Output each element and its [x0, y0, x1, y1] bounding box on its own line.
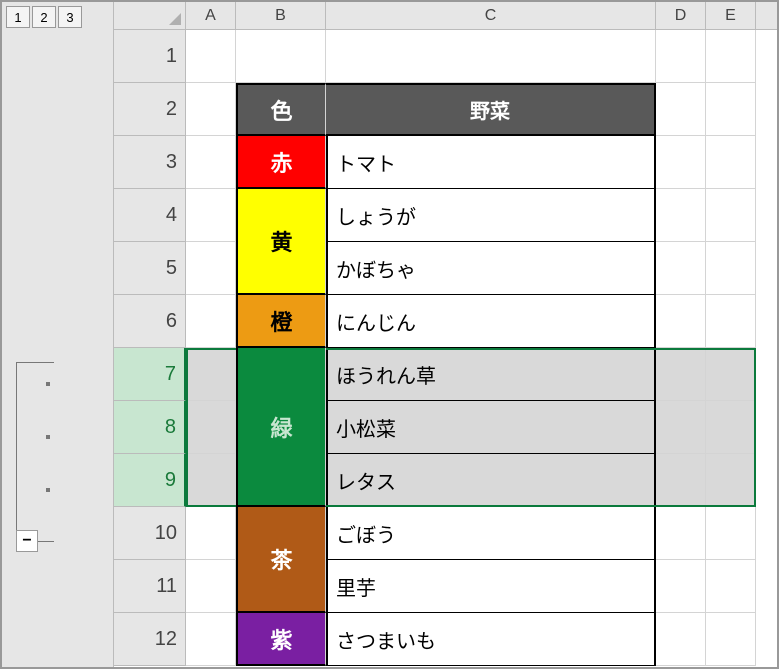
- outline-collapse-button[interactable]: −: [16, 530, 38, 552]
- cell[interactable]: [656, 242, 706, 295]
- cell[interactable]: [656, 30, 706, 83]
- cell[interactable]: レタス: [326, 454, 656, 507]
- row: 9 レタス: [114, 454, 777, 507]
- cell[interactable]: [186, 507, 236, 560]
- cell[interactable]: [706, 242, 756, 295]
- column-header-D[interactable]: D: [656, 2, 706, 29]
- cell[interactable]: [656, 507, 706, 560]
- outline-level-1[interactable]: 1: [6, 6, 30, 28]
- outline-dot-icon: [46, 488, 50, 492]
- cell[interactable]: [186, 83, 236, 136]
- cell[interactable]: トマト: [326, 136, 656, 189]
- cell[interactable]: [656, 560, 706, 613]
- cell[interactable]: [706, 454, 756, 507]
- cell[interactable]: かぼちゃ: [326, 242, 656, 295]
- row: 4黄しょうが: [114, 189, 777, 242]
- cell[interactable]: 黄: [236, 189, 326, 295]
- row-header[interactable]: 11: [114, 560, 186, 613]
- row-header[interactable]: 5: [114, 242, 186, 295]
- row: 6橙にんじん: [114, 295, 777, 348]
- cell[interactable]: [706, 613, 756, 666]
- cell[interactable]: にんじん: [326, 295, 656, 348]
- cell[interactable]: 野菜: [326, 83, 656, 136]
- cell[interactable]: [656, 189, 706, 242]
- cell[interactable]: [656, 613, 706, 666]
- cell[interactable]: [706, 189, 756, 242]
- cell[interactable]: [656, 454, 706, 507]
- row: 3赤トマト: [114, 136, 777, 189]
- outline-dot-icon: [46, 382, 50, 386]
- cell[interactable]: [706, 136, 756, 189]
- cell[interactable]: 色: [236, 83, 326, 136]
- cell[interactable]: 赤: [236, 136, 326, 189]
- cell[interactable]: [656, 295, 706, 348]
- cell[interactable]: [186, 560, 236, 613]
- cell[interactable]: [706, 83, 756, 136]
- row: 8 小松菜: [114, 401, 777, 454]
- cell[interactable]: [706, 507, 756, 560]
- column-headers: A B C D E: [114, 2, 777, 30]
- row-header[interactable]: 12: [114, 613, 186, 666]
- row-header[interactable]: 2: [114, 83, 186, 136]
- cell[interactable]: 緑: [236, 348, 326, 507]
- cell[interactable]: [706, 295, 756, 348]
- cell[interactable]: [656, 401, 706, 454]
- cell[interactable]: 里芋: [326, 560, 656, 613]
- cell[interactable]: ほうれん草: [326, 348, 656, 401]
- row: 1: [114, 30, 777, 83]
- outline-level-2[interactable]: 2: [32, 6, 56, 28]
- cell[interactable]: 茶: [236, 507, 326, 613]
- column-header-A[interactable]: A: [186, 2, 236, 29]
- row: 10茶ごぼう: [114, 507, 777, 560]
- row-header[interactable]: 9: [114, 454, 186, 507]
- cell[interactable]: [236, 30, 326, 83]
- cell[interactable]: [186, 136, 236, 189]
- row-header[interactable]: 8: [114, 401, 186, 454]
- cell[interactable]: 小松菜: [326, 401, 656, 454]
- column-header-C[interactable]: C: [326, 2, 656, 29]
- row: 12 紫さつまいも: [114, 613, 777, 666]
- cell[interactable]: [186, 30, 236, 83]
- cell[interactable]: しょうが: [326, 189, 656, 242]
- cell[interactable]: [186, 454, 236, 507]
- cell[interactable]: [326, 30, 656, 83]
- cell[interactable]: [186, 189, 236, 242]
- row-header[interactable]: 6: [114, 295, 186, 348]
- row: 2色野菜: [114, 83, 777, 136]
- spreadsheet-grid: A B C D E 12色野菜3赤トマト4黄しょうが5かぼちゃ6橙にんじん7緑ほ…: [114, 2, 777, 667]
- rows: 12色野菜3赤トマト4黄しょうが5かぼちゃ6橙にんじん7緑ほうれん草8小松菜9レ…: [114, 30, 777, 666]
- column-header-B[interactable]: B: [236, 2, 326, 29]
- cell[interactable]: [706, 560, 756, 613]
- cell[interactable]: [706, 348, 756, 401]
- row: 7緑ほうれん草: [114, 348, 777, 401]
- row: 5 かぼちゃ: [114, 242, 777, 295]
- cell[interactable]: [706, 30, 756, 83]
- row-header[interactable]: 4: [114, 189, 186, 242]
- cell[interactable]: [656, 348, 706, 401]
- row-header[interactable]: 7: [114, 348, 186, 401]
- row-header[interactable]: 1: [114, 30, 186, 83]
- row-header[interactable]: 10: [114, 507, 186, 560]
- cell[interactable]: [186, 295, 236, 348]
- cell[interactable]: 橙: [236, 295, 326, 348]
- outline-bracket: [16, 362, 54, 542]
- cell[interactable]: [706, 401, 756, 454]
- outline-level-buttons: 1 2 3: [2, 2, 113, 32]
- row: 11 里芋: [114, 560, 777, 613]
- cell[interactable]: ごぼう: [326, 507, 656, 560]
- column-header-E[interactable]: E: [706, 2, 756, 29]
- cell[interactable]: [656, 83, 706, 136]
- select-all-corner[interactable]: [114, 2, 186, 29]
- cell[interactable]: [186, 348, 236, 401]
- cell[interactable]: [186, 401, 236, 454]
- cell[interactable]: 紫: [236, 613, 326, 666]
- cell[interactable]: さつまいも: [326, 613, 656, 666]
- outline-level-3[interactable]: 3: [58, 6, 82, 28]
- outline-dot-icon: [46, 435, 50, 439]
- cell[interactable]: [186, 613, 236, 666]
- outline-pane: 1 2 3 −: [2, 2, 114, 667]
- cell[interactable]: [656, 136, 706, 189]
- cell[interactable]: [186, 242, 236, 295]
- row-header[interactable]: 3: [114, 136, 186, 189]
